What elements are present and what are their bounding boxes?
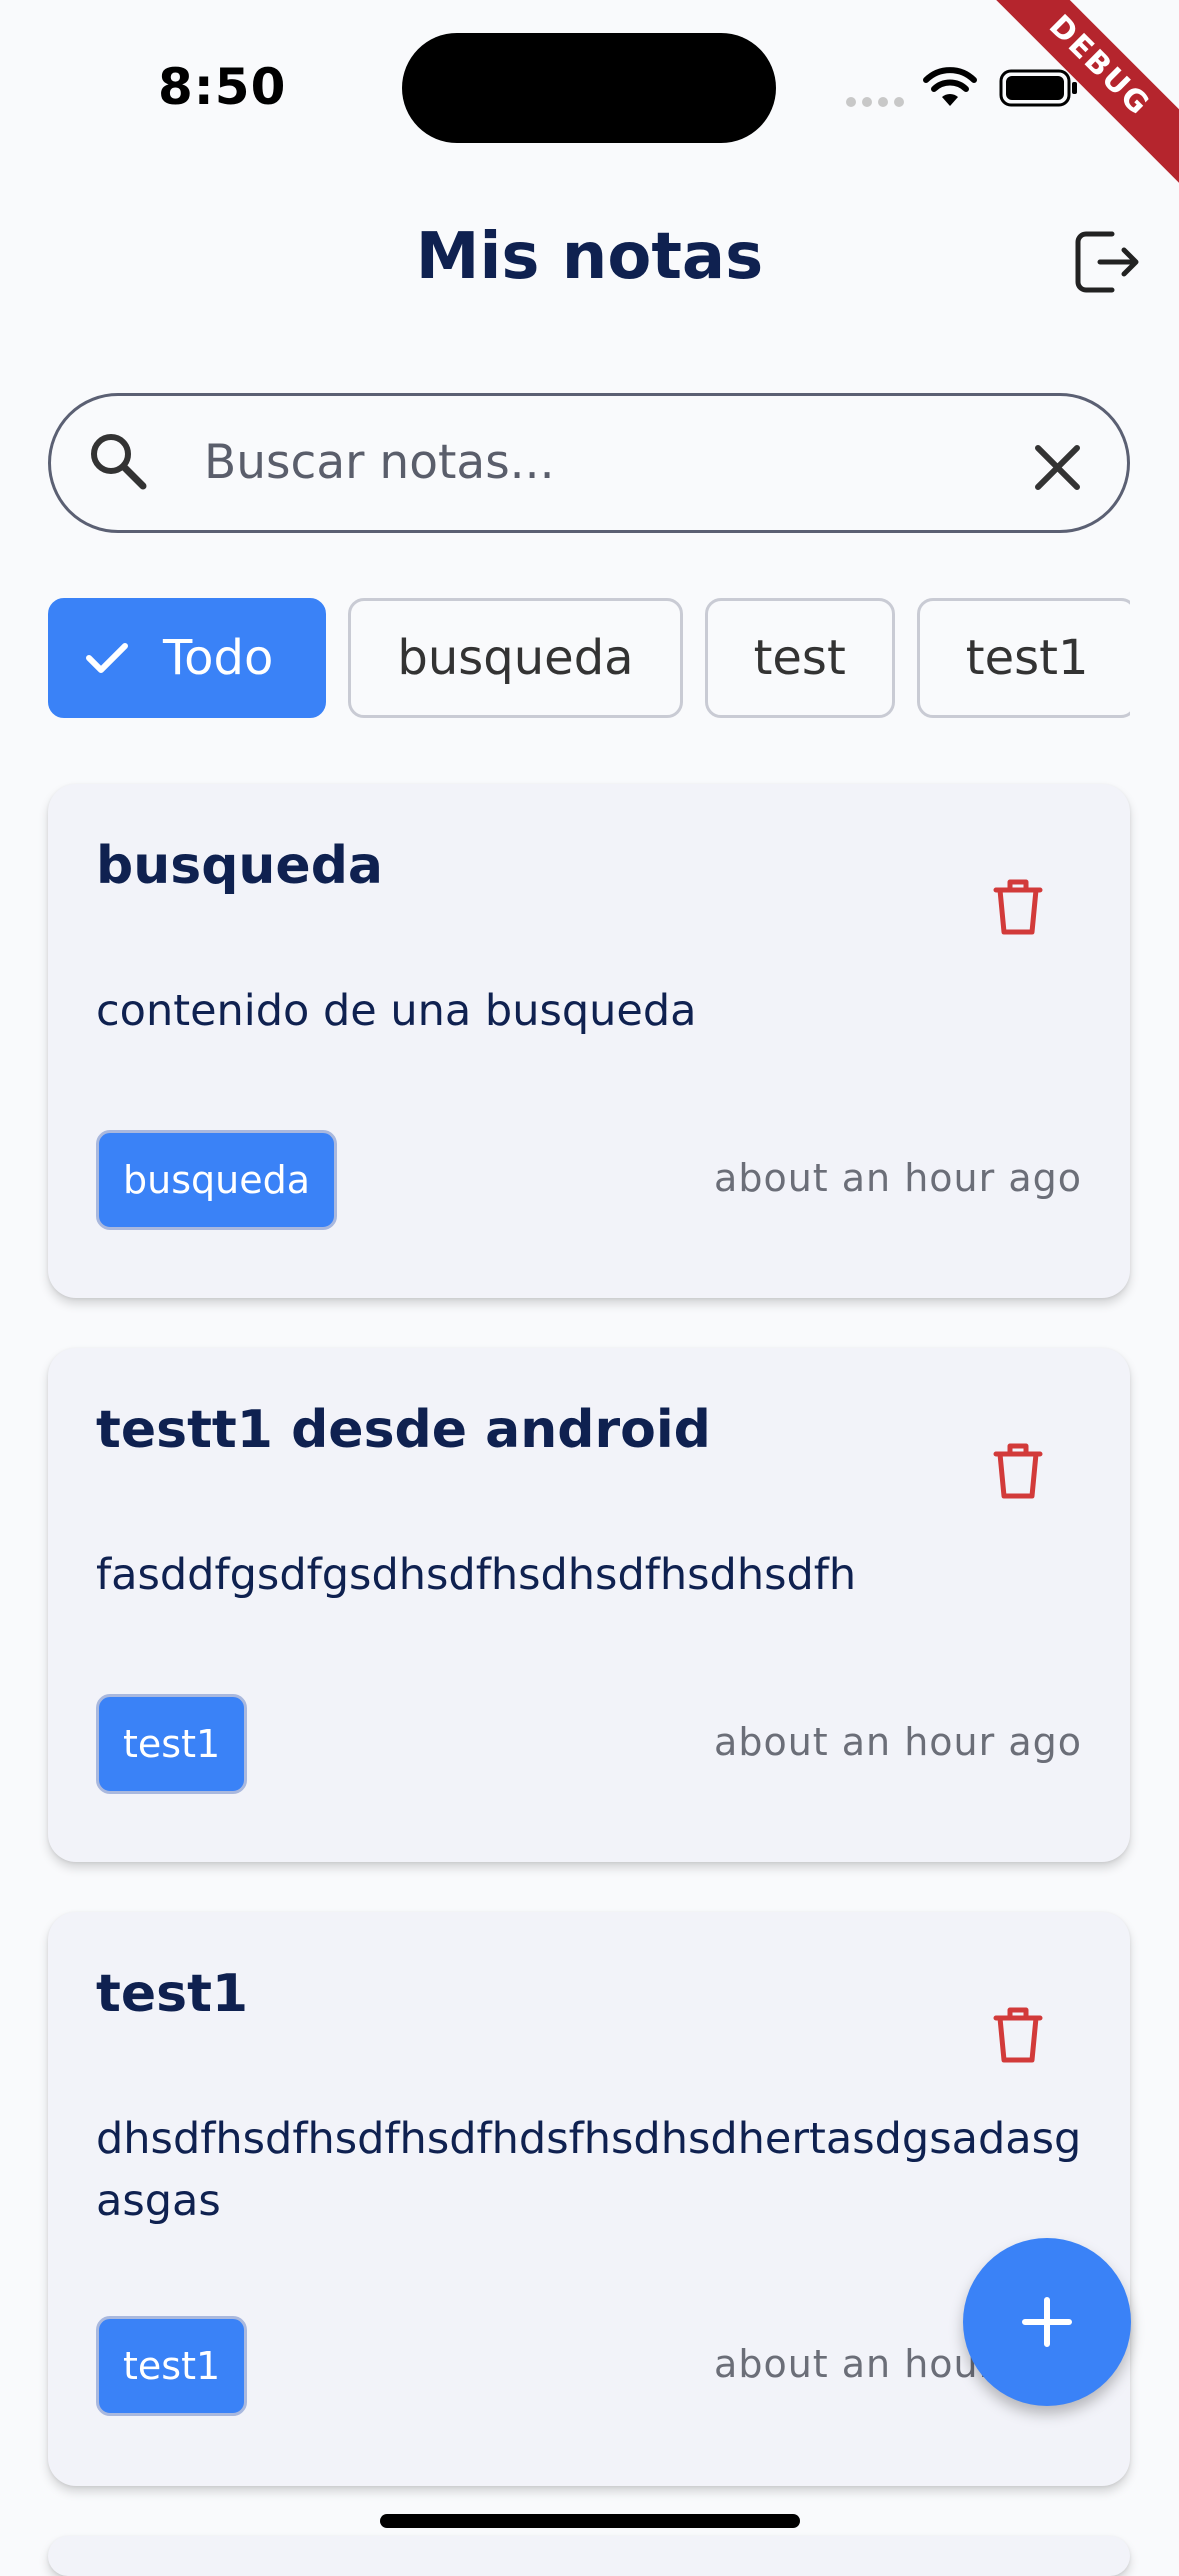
note-title: test1: [96, 1964, 249, 2024]
note-title: busqueda: [96, 836, 384, 896]
dynamic-island: [402, 33, 776, 143]
trash-icon[interactable]: [990, 2002, 1046, 2066]
trash-icon[interactable]: [990, 1438, 1046, 1502]
check-icon: [86, 643, 128, 673]
filter-chip-busqueda[interactable]: busqueda: [348, 598, 683, 718]
note-timestamp: about an hour ago: [714, 1720, 1082, 1764]
filter-chip-label: test1: [965, 630, 1089, 686]
note-content: dhsdfhsdfhsdfhsdfhdsfhsdhsdhertasdgsadas…: [96, 2114, 1082, 2226]
status-time: 8:50: [158, 58, 287, 116]
page-title: Mis notas: [415, 220, 764, 294]
filter-chip-test1[interactable]: test1: [916, 598, 1130, 718]
note-tag: busqueda: [96, 1130, 337, 1230]
battery-icon: [999, 69, 1077, 107]
filter-chip-label: Todo: [163, 630, 274, 686]
cellular-signal-icon: [846, 92, 910, 111]
filter-chip-label: busqueda: [397, 630, 634, 686]
plus-icon: [1022, 2297, 1072, 2347]
wifi-icon: [923, 67, 977, 106]
note-card[interactable]: [48, 2536, 1130, 2576]
filter-chips: Todo busqueda test test1: [48, 598, 1130, 722]
logout-icon[interactable]: [1070, 226, 1142, 298]
note-tag: test1: [96, 1694, 248, 1794]
trash-icon[interactable]: [990, 874, 1046, 938]
filter-chip-label: test: [753, 630, 846, 686]
note-content: fasddfgsdfgsdhsdfhsdhsdfhsdhsdfh: [96, 1550, 857, 1600]
filter-chip-test[interactable]: test: [704, 598, 895, 718]
note-card[interactable]: testt1 desde android fasddfgsdfgsdhsdfhs…: [48, 1348, 1130, 1862]
clear-search-icon[interactable]: [1030, 440, 1085, 495]
note-tag: test1: [96, 2316, 248, 2416]
filter-chip-todo[interactable]: Todo: [48, 598, 327, 718]
note-content: contenido de una busqueda: [96, 986, 697, 1036]
add-note-button[interactable]: [963, 2238, 1131, 2406]
note-card[interactable]: test1 dhsdfhsdfhsdfhsdfhdsfhsdhsdhertasd…: [48, 1912, 1130, 2486]
search-icon: [91, 434, 147, 490]
note-title: testt1 desde android: [96, 1400, 711, 1460]
note-timestamp: about an hour ago: [714, 1156, 1082, 1200]
note-card[interactable]: busqueda contenido de una busqueda busqu…: [48, 784, 1130, 1298]
search-input[interactable]: [204, 427, 994, 497]
home-indicator: [380, 2514, 800, 2528]
